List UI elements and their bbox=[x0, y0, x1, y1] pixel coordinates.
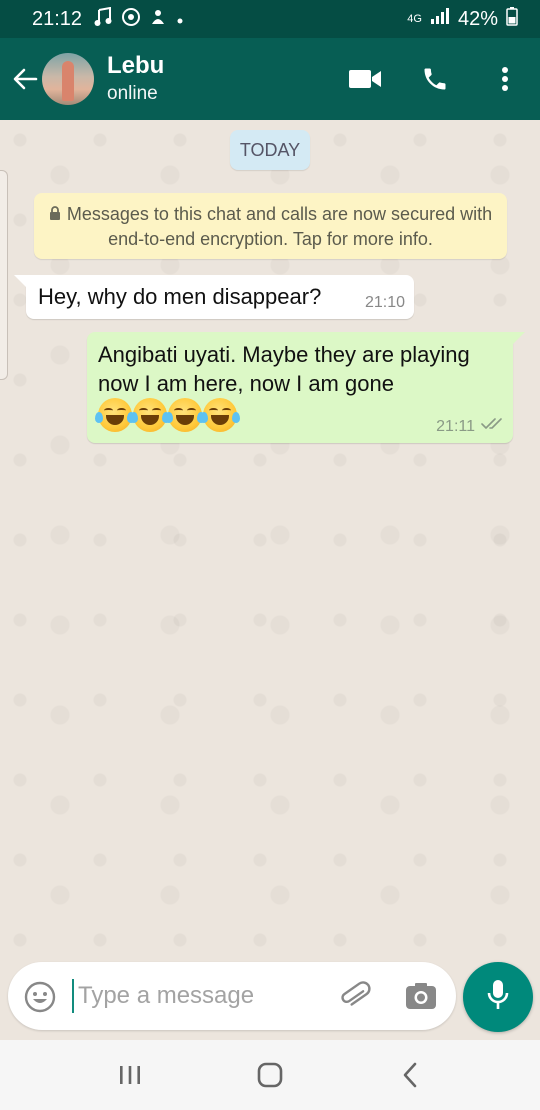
video-call-icon[interactable] bbox=[330, 69, 400, 89]
battery-level: 42% bbox=[457, 7, 498, 30]
encryption-notice-text: Messages to this chat and calls are now … bbox=[66, 204, 493, 249]
message-text: Hey, why do men disappear? bbox=[38, 284, 322, 309]
contact-status: online bbox=[107, 83, 158, 104]
contact-name[interactable]: Lebu bbox=[107, 51, 164, 81]
message-time: 21:11 bbox=[436, 417, 475, 435]
read-double-check-icon bbox=[481, 417, 503, 436]
tears-of-joy-emoji bbox=[200, 398, 240, 432]
system-nav-bar bbox=[0, 1040, 540, 1110]
recent-apps-icon[interactable] bbox=[100, 1045, 160, 1105]
encryption-notice[interactable]: Messages to this chat and calls are now … bbox=[34, 193, 507, 259]
network-type: 4G bbox=[407, 13, 422, 25]
mic-icon bbox=[487, 979, 509, 1016]
tears-of-joy-emoji bbox=[95, 398, 135, 432]
outgoing-message[interactable]: Angibati uyati. Maybe they are playing n… bbox=[87, 332, 525, 443]
status-time: 21:12 bbox=[32, 7, 83, 30]
mic-button[interactable] bbox=[463, 962, 533, 1032]
more-vert-icon[interactable] bbox=[470, 66, 540, 92]
message-emojis bbox=[95, 398, 240, 432]
battery-icon bbox=[506, 6, 518, 32]
status-bar: 21:12 4G 42% bbox=[0, 0, 540, 38]
message-input[interactable] bbox=[78, 976, 318, 1016]
emoji-icon[interactable] bbox=[24, 981, 56, 1018]
edge-panel-handle[interactable] bbox=[0, 170, 8, 380]
tears-of-joy-emoji bbox=[165, 398, 205, 432]
text-caret bbox=[72, 979, 74, 1013]
dot-icon bbox=[176, 9, 184, 30]
message-text: Angibati uyati. Maybe they are playing n… bbox=[98, 342, 470, 396]
camera-icon[interactable] bbox=[405, 982, 437, 1015]
chat-area[interactable]: TODAY Messages to this chat and calls ar… bbox=[0, 120, 540, 962]
attach-icon[interactable] bbox=[338, 980, 372, 1019]
message-time: 21:10 bbox=[364, 294, 405, 311]
home-icon[interactable] bbox=[240, 1045, 300, 1105]
composer bbox=[0, 962, 540, 1040]
tears-of-joy-emoji bbox=[130, 398, 170, 432]
signal-icon bbox=[430, 7, 450, 31]
arrow-left-icon[interactable] bbox=[10, 67, 40, 91]
contact-info[interactable]: Lebu online bbox=[107, 51, 164, 107]
date-chip: TODAY bbox=[230, 130, 310, 170]
chat-header: Lebu online bbox=[0, 38, 540, 120]
voice-call-icon[interactable] bbox=[400, 65, 470, 93]
incoming-message[interactable]: Hey, why do men disappear? 21:10 bbox=[14, 275, 414, 319]
notification-icon bbox=[150, 8, 166, 31]
chrome-icon bbox=[122, 7, 141, 31]
music-note-icon bbox=[94, 6, 112, 32]
message-input-container[interactable] bbox=[8, 962, 456, 1030]
lock-icon bbox=[49, 203, 61, 227]
avatar[interactable] bbox=[42, 53, 94, 105]
back-icon[interactable] bbox=[380, 1045, 440, 1105]
